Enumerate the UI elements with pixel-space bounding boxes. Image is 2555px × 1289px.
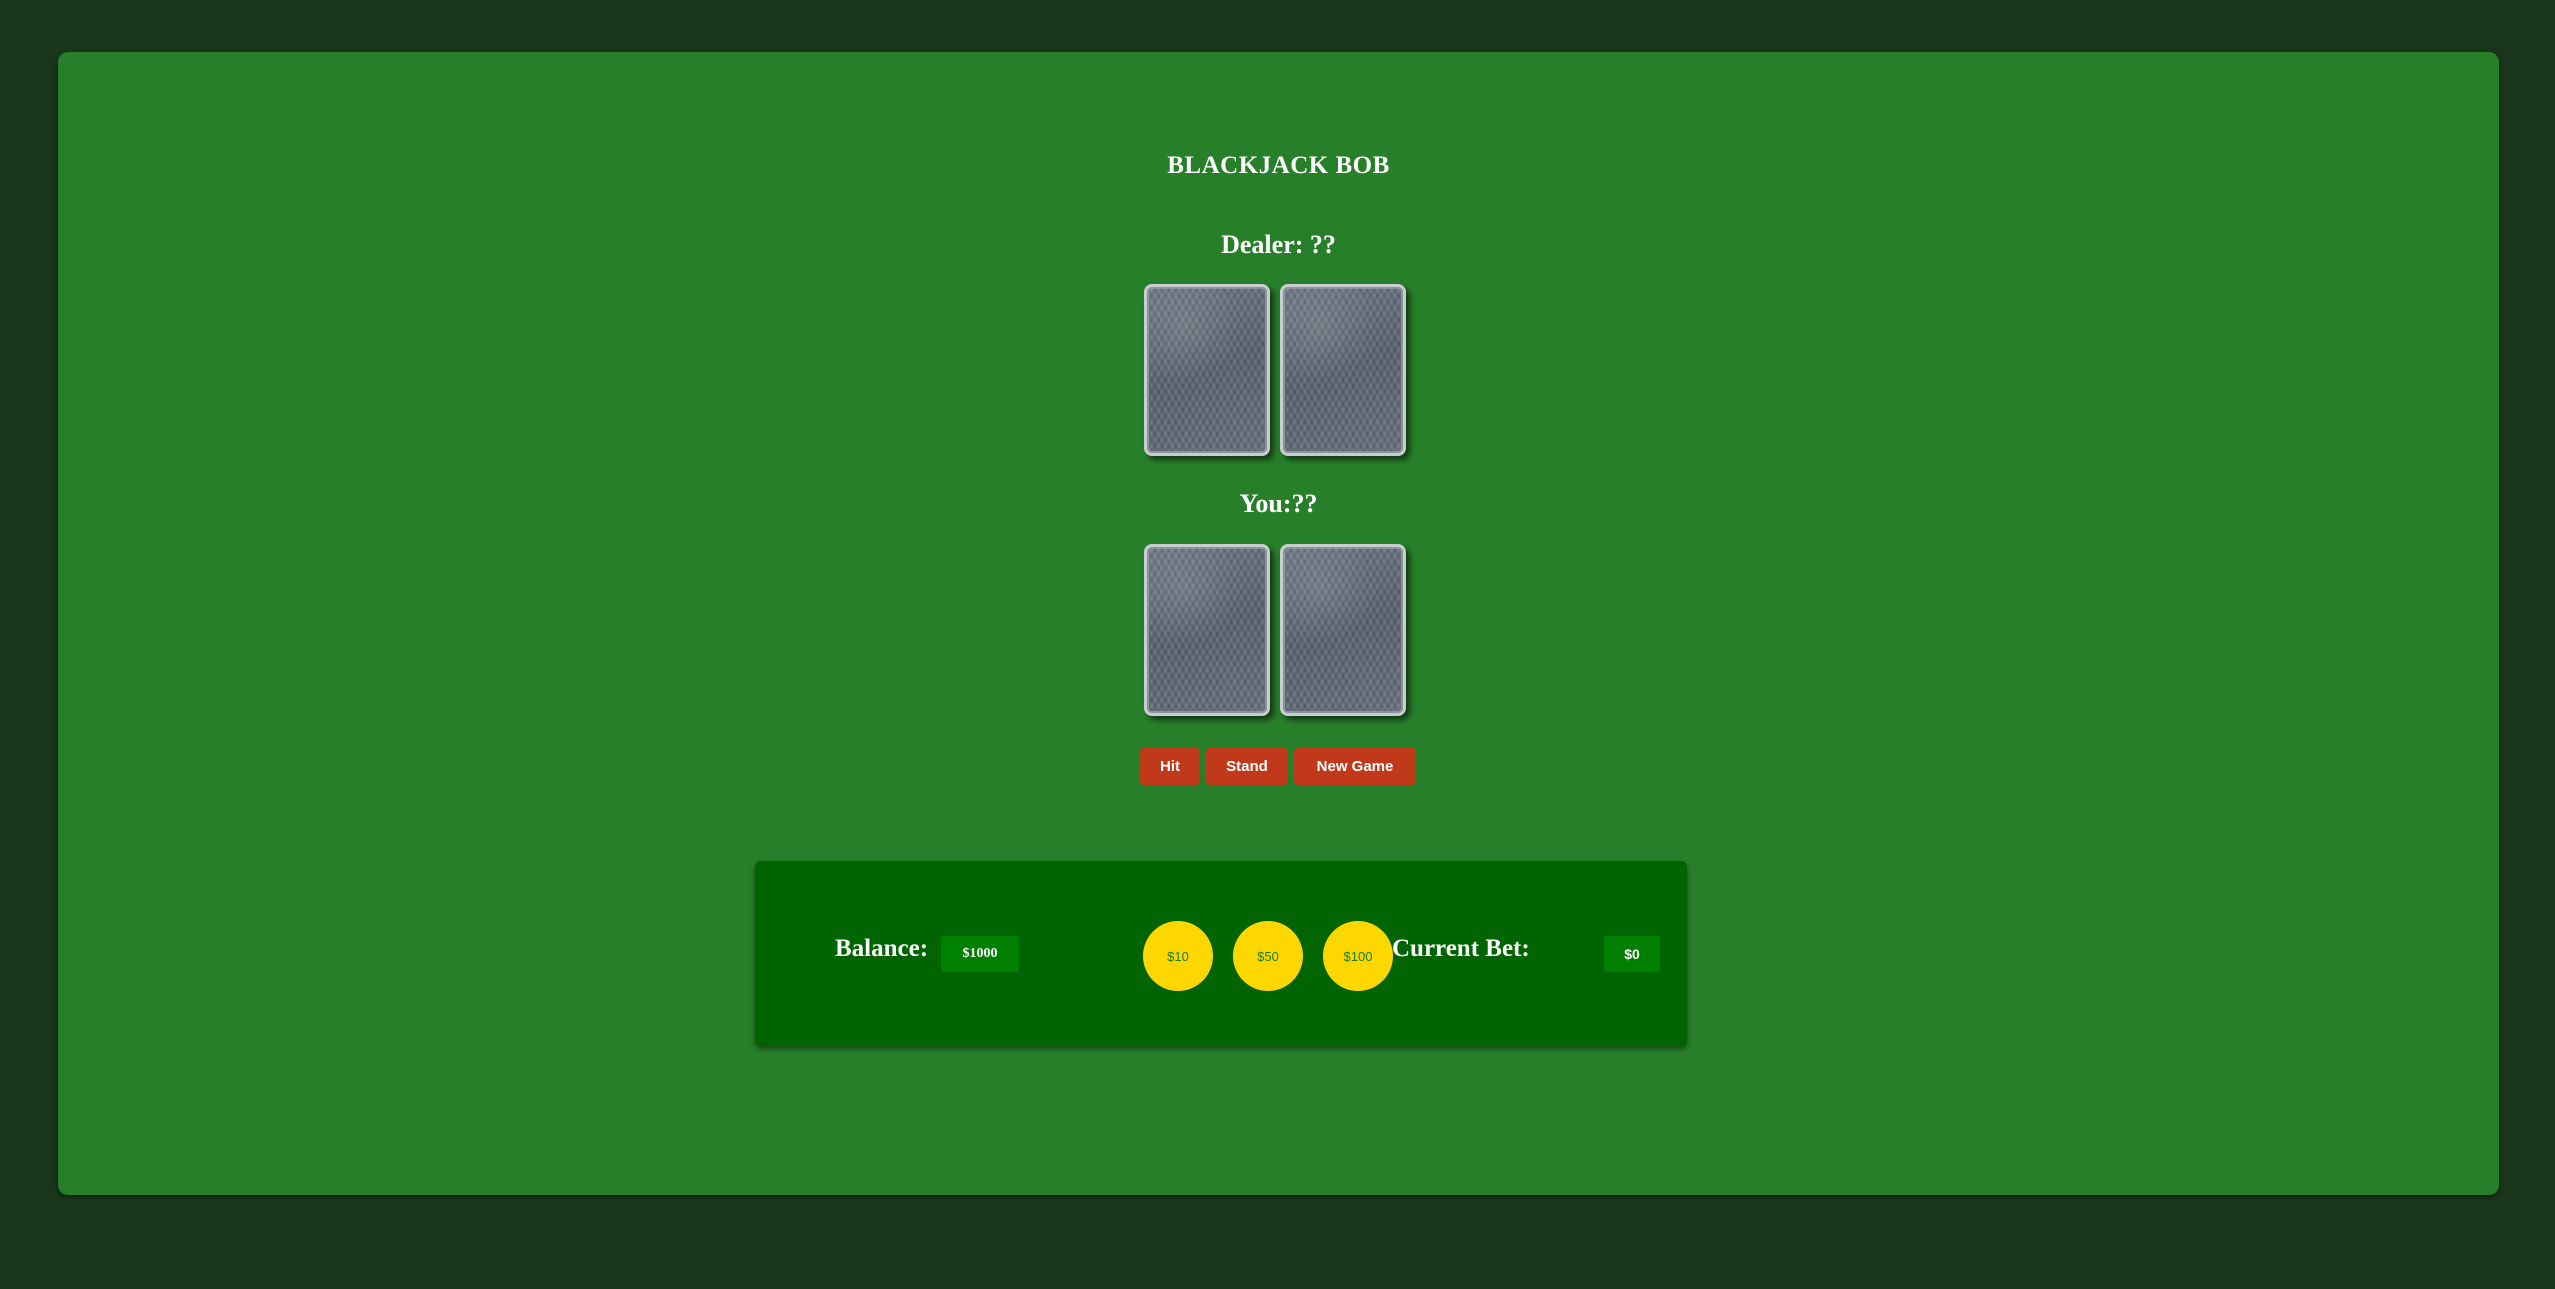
player-card-back [1280,544,1406,716]
balance-value: $1000 [941,936,1019,972]
stand-button[interactable]: Stand [1206,748,1288,785]
chip-10-button[interactable]: $10 [1143,921,1213,991]
chip-100-button[interactable]: $100 [1323,921,1393,991]
game-title: BLACKJACK BOB [1167,152,1390,179]
balance-label: Balance: [835,935,929,962]
player-score-label: You:?? [1239,489,1318,518]
dealer-hand [1144,284,1406,456]
player-card-back [1144,544,1270,716]
new-game-button[interactable]: New Game [1294,748,1416,785]
action-buttons: Hit Stand New Game [1140,748,1416,785]
chip-50-button[interactable]: $50 [1233,921,1303,991]
dealer-score-label: Dealer: ?? [1221,230,1336,259]
player-hand [1144,544,1406,716]
betting-panel: Balance: $1000 $10 $50 $100 Current Bet:… [755,861,1687,1046]
current-bet-value: $0 [1604,936,1660,972]
hit-button[interactable]: Hit [1140,748,1200,785]
dealer-card-back [1144,284,1270,456]
current-bet-label: Current Bet: [1392,935,1530,962]
dealer-card-back [1280,284,1406,456]
